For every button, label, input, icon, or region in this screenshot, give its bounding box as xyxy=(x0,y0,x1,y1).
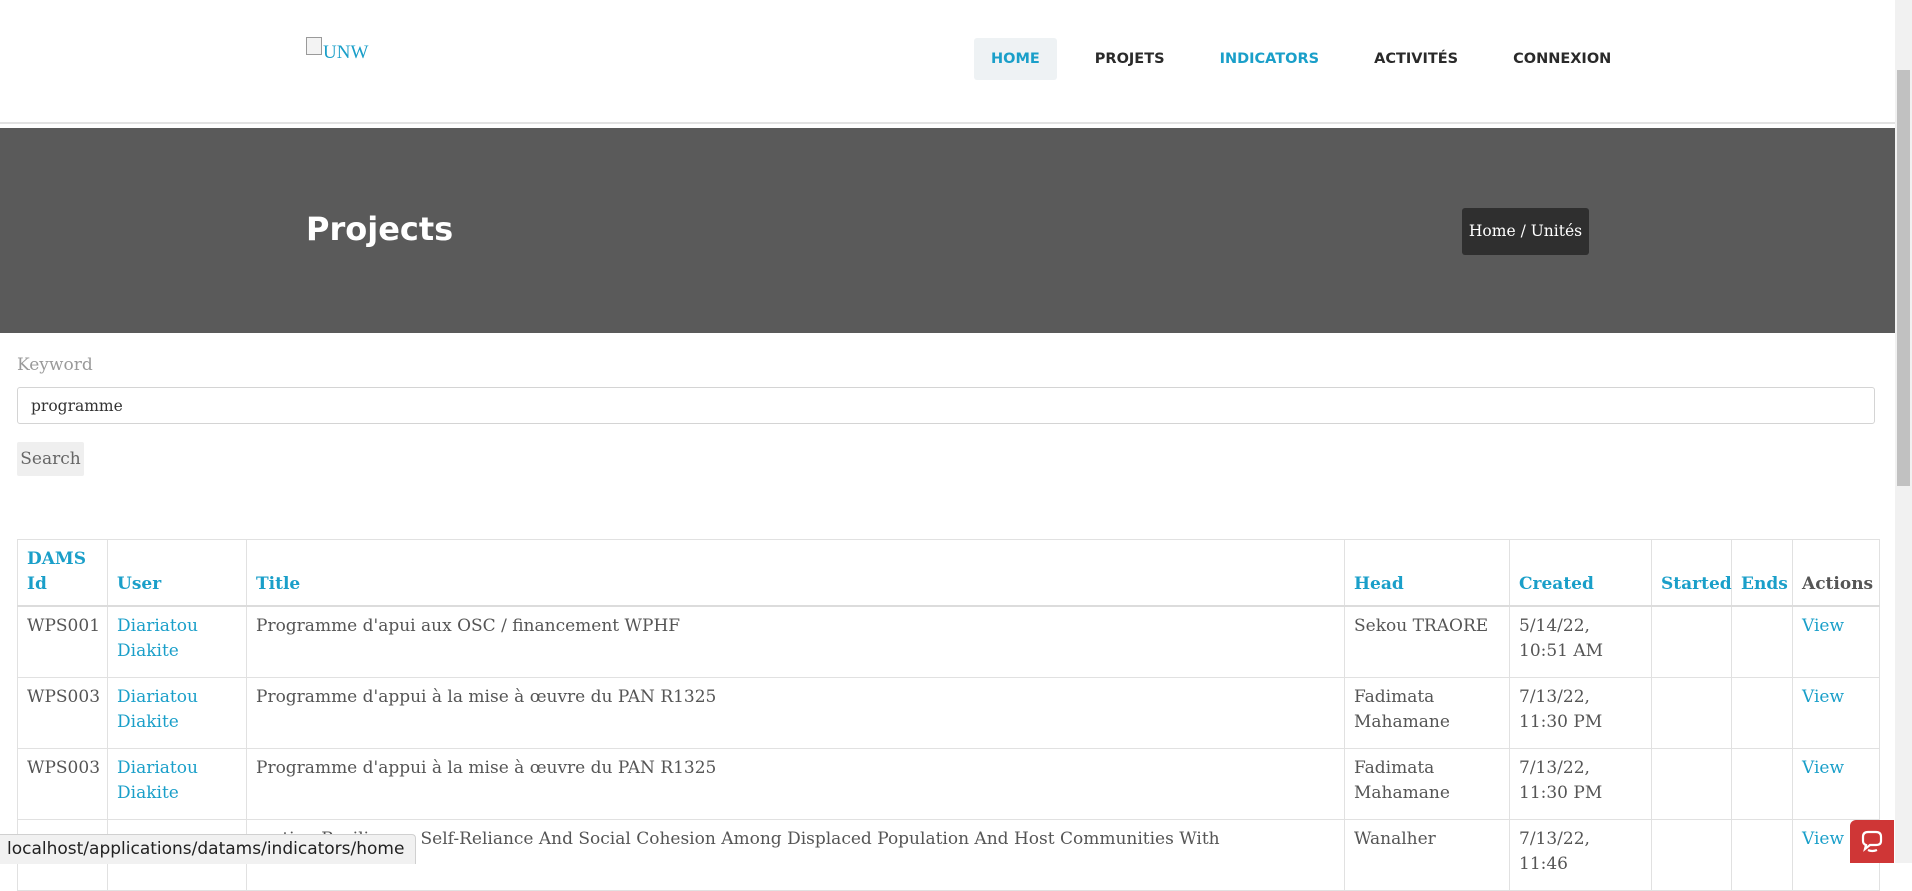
nav-indicators[interactable]: INDICATORS xyxy=(1203,38,1337,80)
search-button[interactable]: Search xyxy=(17,442,84,476)
cell-user-link[interactable]: Diariatou Diakite xyxy=(107,605,247,678)
broken-image-icon xyxy=(306,37,322,55)
cell-title: Programme d'apui aux OSC / financement W… xyxy=(246,605,1345,678)
table-header-row: DAMS Id User Title Head Created Started … xyxy=(17,539,1880,607)
keyword-input[interactable] xyxy=(17,387,1875,424)
site-logo[interactable]: UNW xyxy=(306,37,369,64)
cell-ends xyxy=(1731,605,1793,678)
cell-created: 7/13/22, 11:46 xyxy=(1509,819,1652,891)
cell-dams-id: WPS003 xyxy=(17,677,108,749)
nav-connexion[interactable]: CONNEXION xyxy=(1496,38,1628,80)
breadcrumb-home[interactable]: Home xyxy=(1469,222,1516,240)
col-header-created[interactable]: Created xyxy=(1509,539,1652,607)
cell-head: Wanalher xyxy=(1344,819,1510,891)
view-link[interactable]: View xyxy=(1792,605,1880,678)
cell-user-link[interactable]: Diariatou Diakite xyxy=(107,677,247,749)
keyword-label: Keyword xyxy=(17,355,93,375)
col-header-actions: Actions xyxy=(1792,539,1880,607)
cell-dams-id: WPS003 xyxy=(17,748,108,820)
col-header-dams-id[interactable]: DAMS Id xyxy=(17,539,108,607)
breadcrumb: Home / Unités xyxy=(1462,208,1589,255)
cell-created: 7/13/22, 11:30 PM xyxy=(1509,677,1652,749)
col-header-ends[interactable]: Ends xyxy=(1731,539,1793,607)
col-header-title[interactable]: Title xyxy=(246,539,1345,607)
page-title: Projects xyxy=(306,210,454,248)
cell-ends xyxy=(1731,819,1793,891)
support-widget-button[interactable] xyxy=(1850,820,1894,863)
chat-widget-icon xyxy=(1861,830,1883,852)
breadcrumb-current: Unités xyxy=(1530,222,1583,240)
main-nav: HOME PROJETS INDICATORS ACTIVITÉS CONNEX… xyxy=(974,38,1649,80)
vertical-scrollbar[interactable] xyxy=(1895,0,1912,863)
nav-home[interactable]: HOME xyxy=(974,38,1057,80)
view-link[interactable]: View xyxy=(1792,748,1880,820)
cell-title: Programme d'appui à la mise à œuvre du P… xyxy=(246,677,1345,749)
cell-user-link[interactable]: Diariatou Diakite xyxy=(107,748,247,820)
cell-head: Sekou TRAORE xyxy=(1344,605,1510,678)
logo-alt-text: UNW xyxy=(323,42,369,63)
cell-dams-id: WPS001 xyxy=(17,605,108,678)
table-row: WPS003 Diariatou Diakite Programme d'app… xyxy=(17,677,1880,749)
table-row: WPS001 Diariatou Diakite Programme d'apu… xyxy=(17,605,1880,678)
site-header: UNW HOME PROJETS INDICATORS ACTIVITÉS CO… xyxy=(0,0,1895,124)
scrollbar-thumb[interactable] xyxy=(1897,70,1910,486)
col-header-head[interactable]: Head xyxy=(1344,539,1510,607)
nav-projets[interactable]: PROJETS xyxy=(1078,38,1182,80)
cell-created: 5/14/22, 10:51 AM xyxy=(1509,605,1652,678)
status-bar-url: localhost/applications/datams/indicators… xyxy=(0,834,417,864)
cell-ends xyxy=(1731,677,1793,749)
table-row: WPS003 Diariatou Diakite Programme d'app… xyxy=(17,748,1880,820)
cell-head: Fadimata Mahamane xyxy=(1344,748,1510,820)
col-header-user[interactable]: User xyxy=(107,539,247,607)
breadcrumb-separator: / xyxy=(1515,222,1531,240)
page-banner: Projects Home / Unités xyxy=(0,128,1895,333)
col-header-started[interactable]: Started xyxy=(1651,539,1732,607)
cell-ends xyxy=(1731,748,1793,820)
cell-started xyxy=(1651,819,1732,891)
cell-head: Fadimata Mahamane xyxy=(1344,677,1510,749)
view-link[interactable]: View xyxy=(1792,677,1880,749)
cell-created: 7/13/22, 11:30 PM xyxy=(1509,748,1652,820)
cell-started xyxy=(1651,677,1732,749)
cell-started xyxy=(1651,748,1732,820)
nav-activites[interactable]: ACTIVITÉS xyxy=(1357,38,1475,80)
cell-title: Programme d'appui à la mise à œuvre du P… xyxy=(246,748,1345,820)
cell-started xyxy=(1651,605,1732,678)
